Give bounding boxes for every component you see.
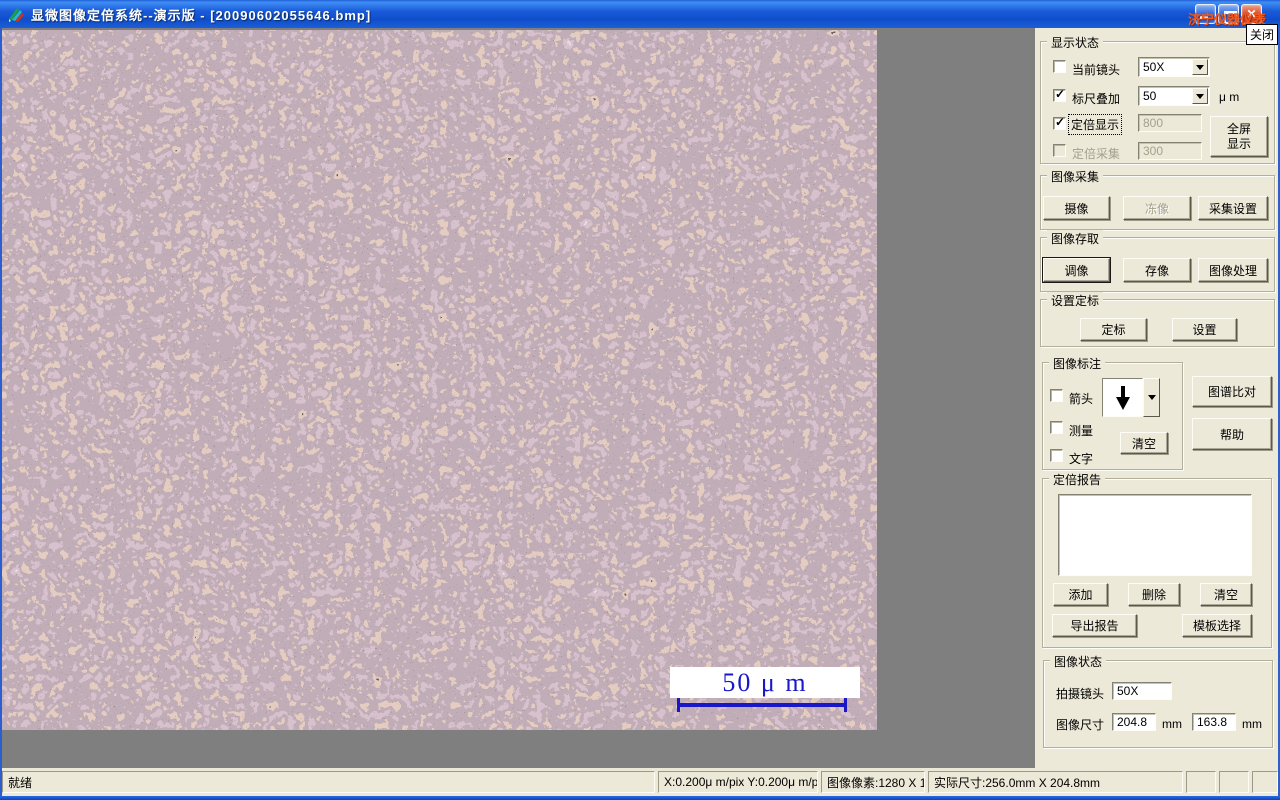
image-viewport[interactable]: 50 μ m	[2, 28, 1035, 770]
window-border-bottom	[0, 796, 1280, 800]
report-add-button[interactable]: 添加	[1053, 583, 1108, 606]
minimize-button[interactable]	[1195, 4, 1216, 24]
template-select-button[interactable]: 模板选择	[1182, 614, 1252, 637]
help-button[interactable]: 帮助	[1192, 418, 1272, 450]
fullscreen-button[interactable]: 全屏显示	[1210, 116, 1268, 157]
calibration-setup-button[interactable]: 设置	[1172, 318, 1237, 341]
arrow-style-preview	[1102, 378, 1143, 417]
image-process-button[interactable]: 图像处理	[1198, 258, 1268, 282]
current-lens-checkbox[interactable]	[1053, 60, 1066, 73]
lens-value-field: 50X	[1112, 682, 1172, 700]
scale-overlay-label: 标尺叠加	[1072, 92, 1121, 106]
close-button[interactable]	[1241, 4, 1262, 24]
arrow-style-dropdown[interactable]	[1143, 378, 1160, 417]
restore-button[interactable]	[1218, 4, 1239, 24]
shoot-button[interactable]: 摄像	[1043, 196, 1110, 220]
scale-bar-tick-right	[844, 698, 847, 712]
fixed-display-input: 800	[1138, 114, 1202, 132]
group-title: 图像采集	[1047, 168, 1104, 185]
close-tooltip: 关闭	[1246, 24, 1279, 45]
group-image-status: 图像状态	[1043, 653, 1273, 748]
measure-label: 测量	[1069, 424, 1094, 438]
micrograph-image	[2, 30, 877, 730]
status-ready: 就绪	[2, 771, 655, 793]
scale-bar-line	[677, 698, 847, 712]
current-lens-label: 当前镜头	[1072, 63, 1121, 77]
arrow-label: 箭头	[1069, 392, 1094, 406]
app-window: { "titlebar": { "title": "显微图像定倍系统--演示版 …	[0, 0, 1280, 800]
window-border-left	[0, 28, 2, 796]
height-value-field: 163.8	[1192, 713, 1236, 731]
current-lens-value: 50X	[1143, 60, 1165, 74]
calibrate-button[interactable]: 定标	[1080, 318, 1147, 341]
status-pixel-scale: X:0.200μ m/pix Y:0.200μ m/pix	[658, 771, 818, 793]
size-label: 图像尺寸	[1056, 718, 1105, 732]
scale-unit-label: μ m	[1219, 90, 1240, 104]
measure-checkbox[interactable]	[1050, 421, 1063, 434]
status-empty-1	[1186, 771, 1216, 793]
freeze-button: 冻像	[1123, 196, 1191, 220]
text-checkbox[interactable]	[1050, 449, 1063, 462]
status-actual-size: 实际尺寸:256.0mm X 204.8mm	[928, 771, 1183, 793]
fixed-display-label: 定倍显示	[1067, 114, 1123, 135]
status-empty-2	[1219, 771, 1249, 793]
titlebar[interactable]: 显微图像定倍系统--演示版 - [20090602055646.bmp]	[0, 0, 1280, 28]
atlas-compare-button[interactable]: 图谱比对	[1192, 376, 1272, 407]
chevron-down-icon[interactable]	[1192, 88, 1208, 104]
report-clear-button[interactable]: 清空	[1200, 583, 1252, 606]
lens-label: 拍摄镜头	[1056, 687, 1105, 701]
fixed-capture-input: 300	[1138, 142, 1202, 160]
group-title: 图像标注	[1049, 355, 1106, 372]
status-empty-3	[1252, 771, 1278, 793]
scale-bar-tick-left	[677, 698, 680, 712]
control-panel: 显示状态 当前镜头 50X 标尺叠加 50 μ m 定倍显示 800 定倍采集 …	[1035, 28, 1280, 770]
arrow-checkbox[interactable]	[1050, 389, 1063, 402]
group-title: 设置定标	[1047, 292, 1104, 309]
width-unit-label: mm	[1162, 717, 1182, 731]
status-image-pixels: 图像像素:1280 X 1024	[821, 771, 925, 793]
text-label: 文字	[1069, 452, 1094, 466]
height-unit-label: mm	[1242, 717, 1262, 731]
chevron-down-icon	[1147, 395, 1156, 400]
app-icon	[9, 8, 24, 22]
group-title: 定倍报告	[1049, 471, 1106, 488]
group-title: 显示状态	[1047, 34, 1104, 51]
annotation-clear-button[interactable]: 清空	[1120, 432, 1168, 454]
scale-value-combobox[interactable]: 50	[1138, 86, 1210, 106]
export-report-button[interactable]: 导出报告	[1052, 614, 1137, 637]
load-image-button[interactable]: 调像	[1043, 258, 1110, 282]
capture-settings-button[interactable]: 采集设置	[1198, 196, 1268, 220]
fixed-capture-checkbox	[1053, 144, 1066, 157]
save-image-button[interactable]: 存像	[1123, 258, 1191, 282]
current-lens-combobox[interactable]: 50X	[1138, 57, 1210, 77]
down-arrow-icon	[1115, 385, 1130, 410]
window-title: 显微图像定倍系统--演示版 - [20090602055646.bmp]	[31, 7, 372, 23]
chevron-down-icon[interactable]	[1192, 59, 1208, 75]
group-calibration: 设置 定标	[1040, 292, 1275, 347]
report-delete-button[interactable]: 删除	[1128, 583, 1180, 606]
statusbar: 就绪 X:0.200μ m/pix Y:0.200μ m/pix 图像像素:12…	[0, 768, 1280, 796]
group-title: 图像存取	[1047, 230, 1104, 247]
width-value-field: 204.8	[1112, 713, 1156, 731]
scale-bar-label: 50 μ m	[670, 667, 860, 698]
scale-overlay-checkbox[interactable]	[1053, 87, 1066, 102]
scale-value: 50	[1143, 89, 1157, 103]
report-listbox[interactable]	[1058, 494, 1252, 576]
fixed-capture-label: 定倍采集	[1072, 147, 1121, 161]
fixed-display-checkbox[interactable]	[1053, 115, 1066, 130]
group-title: 图像状态	[1050, 653, 1107, 670]
